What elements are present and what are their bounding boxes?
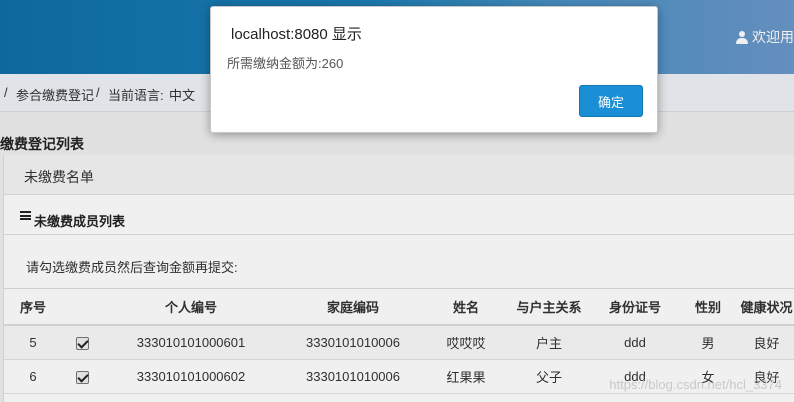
dialog-message: 所需缴纳金额为:260 [227, 56, 344, 71]
dialog-title: localhost:8080 显示 [231, 26, 362, 43]
alert-dialog: localhost:8080 显示 所需缴纳金额为:260 确定 [210, 6, 658, 133]
ok-button[interactable]: 确定 [579, 85, 643, 117]
